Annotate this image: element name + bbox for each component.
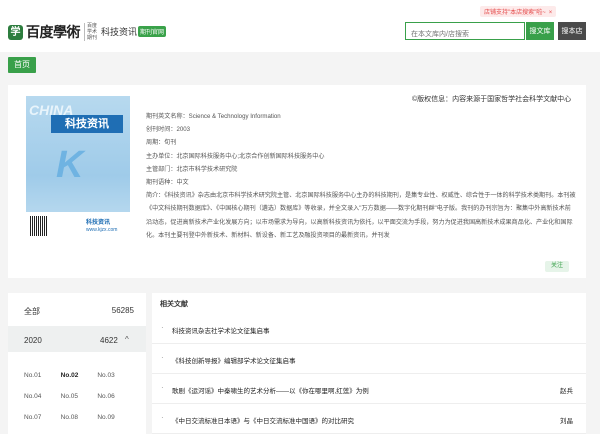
issue-link[interactable]: No.05 <box>61 393 98 400</box>
article-author: 赵兵 <box>560 388 573 395</box>
cover-k-graphic: K <box>56 144 84 186</box>
search-store-button[interactable]: 搜本店 <box>558 22 586 40</box>
sponsor: 主办单位：北京国际科技服务中心;北京合作创新国际科技服务中心 <box>146 152 325 160</box>
chevron-up-icon[interactable]: ^ <box>125 335 129 344</box>
barcode-icon <box>30 216 48 236</box>
bullet-icon: · <box>161 323 164 332</box>
bullet-icon: · <box>161 383 164 392</box>
year-label: 2020 <box>24 336 42 345</box>
list-item[interactable]: · 《科技创新导报》编辑部学术论文征集启事 <box>152 344 586 374</box>
article-title[interactable]: 《中日交流标准日本语》与《中日交流标准中国语》的对比研究 <box>172 415 354 425</box>
bullet-icon: · <box>161 353 164 362</box>
issue-grid: No.01 No.02 No.03 No.04 No.05 No.06 No.0… <box>24 365 134 428</box>
issue-link[interactable]: No.08 <box>61 414 98 421</box>
logo-subtitle: 百度学术期刊 <box>84 23 98 41</box>
issue-link[interactable]: No.07 <box>24 414 61 421</box>
issue-link[interactable]: No.04 <box>24 393 61 400</box>
logo-icon: 学 <box>8 24 23 40</box>
official-site-badge: 期刊官网 <box>138 26 167 37</box>
logo[interactable]: 学 百度學術 百度学术期刊 <box>8 22 98 42</box>
related-title: 相关文献 <box>160 301 188 308</box>
search-box[interactable] <box>405 22 525 43</box>
issue-link[interactable]: No.06 <box>97 393 134 400</box>
article-title[interactable]: 《科技创新导报》编辑部学术论文征集启事 <box>172 355 296 365</box>
journal-details: 期刊英文名称：Science & Technology Information … <box>146 110 576 242</box>
journal-cover-image: CHINA 科技资讯 K 科技资讯 www.kjzx.com <box>26 96 130 241</box>
issue-row: No.04 No.05 No.06 <box>24 386 134 407</box>
issue-link-active[interactable]: No.02 <box>61 372 98 379</box>
cover-url: www.kjzx.com <box>86 227 118 233</box>
publication-cycle: 周期：旬刊 <box>146 139 177 147</box>
issue-link[interactable]: No.09 <box>97 414 134 421</box>
bullet-icon: · <box>161 413 164 422</box>
english-name: 期刊英文名称：Science & Technology Information <box>146 113 281 120</box>
year-all-count: 56285 <box>111 306 134 315</box>
journal-intro: 简介：《科技资讯》杂志由北京市科学技术研究院主管、北京国际科技服务中心主办的科技… <box>146 192 576 239</box>
list-item[interactable]: · 科技资讯杂志社学术论文征集启事 <box>152 314 586 344</box>
follow-button[interactable]: 关注 <box>545 261 569 272</box>
year-all-label: 全部 <box>24 307 40 316</box>
year-count: 4622 <box>100 336 118 345</box>
site-header: 学 百度學術 百度学术期刊 科技资讯 期刊官网 店铺支持"本店搜索"啦~× 搜文… <box>0 0 600 52</box>
copyright-info: ©版权信息：内容来源于国家哲学社会科学文献中心 <box>412 96 572 103</box>
issue-link[interactable]: No.01 <box>24 372 61 379</box>
journal-site-name[interactable]: 科技资讯 <box>101 25 137 38</box>
year-issue-panel: 全部 56285 2020 4622 ^ No.01 No.02 No.03 N… <box>8 293 146 434</box>
issue-row: No.01 No.02 No.03 <box>24 365 134 386</box>
issue-link[interactable]: No.03 <box>97 372 134 379</box>
supervisor: 主管部门：北京市科学技术研究院 <box>146 165 238 173</box>
year-all-row[interactable]: 全部 56285 <box>24 306 134 317</box>
cover-title: 科技资讯 <box>51 115 123 133</box>
issue-row: No.07 No.08 No.09 <box>24 407 134 428</box>
language: 期刊语种：中文 <box>146 179 189 187</box>
related-list: · 科技资讯杂志社学术论文征集启事 · 《科技创新导报》编辑部学术论文征集启事 … <box>152 314 586 434</box>
related-literature-panel: 相关文献 · 科技资讯杂志社学术论文征集启事 · 《科技创新导报》编辑部学术论文… <box>152 293 586 434</box>
article-title[interactable]: 歌剧《运河谣》中秦啸生的艺术分析——以《你在哪里啊,红莲》为例 <box>172 385 369 395</box>
founded-time: 创刊时间：2003 <box>146 126 191 134</box>
search-tip-text: 店铺支持"本店搜索"啦~ <box>484 10 546 16</box>
home-button[interactable]: 首页 <box>8 57 36 73</box>
search-tip: 店铺支持"本店搜索"啦~ × <box>480 6 557 17</box>
journal-info-panel: CHINA 科技资讯 K 科技资讯 www.kjzx.com ©版权信息：内容来… <box>8 85 586 278</box>
search-input[interactable] <box>406 26 524 43</box>
cover-logo: 科技资讯 <box>86 220 111 226</box>
article-title[interactable]: 科技资讯杂志社学术论文征集启事 <box>172 325 270 335</box>
logo-text: 百度學術 <box>26 24 81 40</box>
list-item[interactable]: · 《中日交流标准日本语》与《中日交流标准中国语》的对比研究 刘晶 <box>152 404 586 434</box>
search-library-button[interactable]: 搜文库 <box>526 22 554 40</box>
year-2020-row[interactable]: 2020 4622 ^ <box>8 326 146 352</box>
close-icon[interactable]: × <box>549 10 553 16</box>
article-author: 刘晶 <box>560 418 573 425</box>
list-item[interactable]: · 歌剧《运河谣》中秦啸生的艺术分析——以《你在哪里啊,红莲》为例 赵兵 <box>152 374 586 404</box>
